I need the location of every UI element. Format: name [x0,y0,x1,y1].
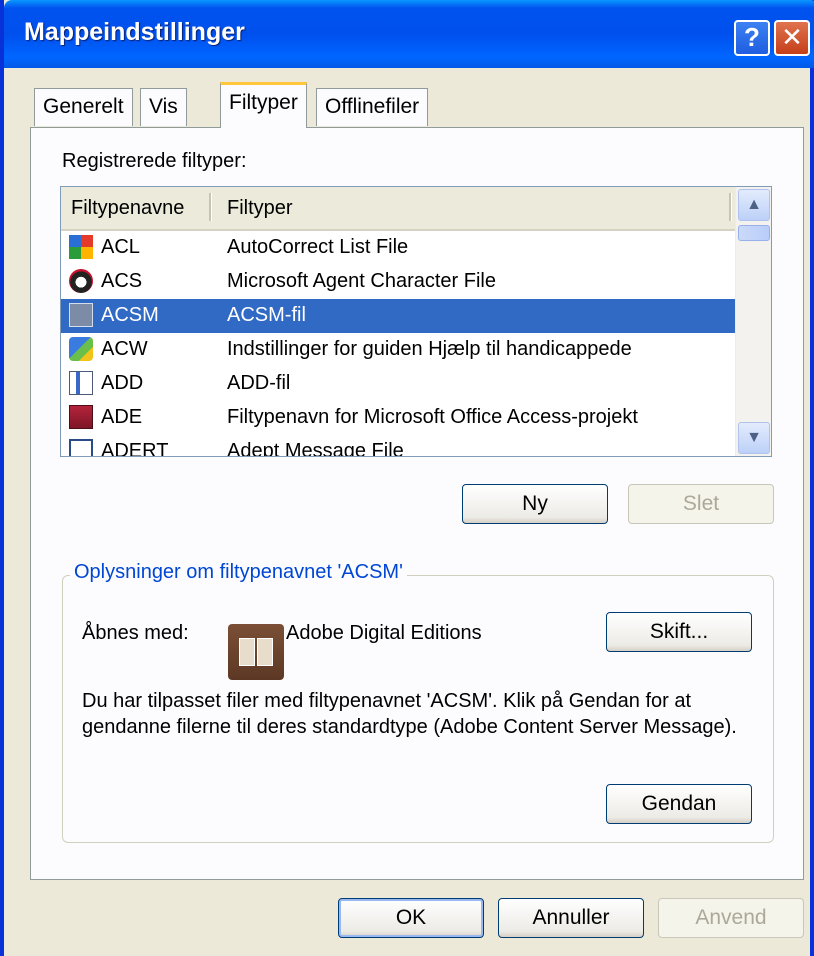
list-item[interactable]: ACW Indstillinger for guiden Hjælp til h… [61,333,735,367]
list-item[interactable]: ACS Microsoft Agent Character File [61,265,735,299]
list-item-type: AutoCorrect List File [227,236,409,258]
delete-button[interactable]: Slet [628,484,774,524]
adobe-digital-editions-icon [69,303,93,327]
apply-button[interactable]: Anvend [658,898,804,938]
tab-filtyper[interactable]: Filtyper [220,82,307,128]
agent-character-icon [69,269,93,293]
list-item-type: Indstillinger for guiden Hjælp til handi… [227,338,632,360]
list-item-extension: ADERT [101,440,169,456]
scroll-up-button[interactable]: ▲ [738,189,770,221]
scroll-thumb[interactable] [738,225,770,241]
details-group-title: Oplysninger om filtypenavnet 'ACSM' [70,561,407,584]
tab-label: Generelt [43,95,124,118]
close-button[interactable]: ✕ [774,20,810,56]
list-item-type: ADD-fil [227,372,291,394]
column-header-extensions[interactable]: Filtypenavne [71,197,184,220]
column-separator[interactable] [729,193,732,221]
ok-button[interactable]: OK [338,898,484,938]
list-item-type: ACSM-fil [227,304,306,326]
list-item-extension: ADD [101,372,144,394]
autocorrect-icon [69,235,93,259]
list-item-type: Filtypenavn for Microsoft Office Access-… [227,406,638,428]
list-item-type: Microsoft Agent Character File [227,270,496,292]
tab-generelt[interactable]: Generelt [34,88,133,126]
column-separator[interactable] [209,193,212,221]
file-types-list[interactable]: Filtypenavne Filtyper ACL AutoCorrect Li… [60,186,772,457]
list-item-extension: ACS [101,270,143,292]
tab-vis[interactable]: Vis [140,88,187,126]
details-description: Du har tilpasset filer med filtypenavnet… [82,690,737,738]
registered-types-label: Registrerede filtyper: [62,150,247,172]
cancel-button[interactable]: Annuller [498,898,644,938]
accessibility-wizard-icon [69,337,93,361]
tab-label: Offlinefiler [325,95,420,118]
list-item-extension: ADE [101,406,143,428]
list-item-extension: ACW [101,338,148,360]
restore-button[interactable]: Gendan [606,784,752,824]
tab-offlinefiler[interactable]: Offlinefiler [316,88,429,126]
folder-options-dialog: Mappeindstillinger ? ✕ Generelt Vis Filt… [0,0,814,956]
vertical-scrollbar[interactable]: ▲ ▼ [735,187,771,456]
help-button[interactable]: ? [734,20,770,56]
list-item-extension: ACL [101,236,140,258]
list-item[interactable]: ACL AutoCorrect List File [61,231,735,265]
change-button[interactable]: Skift... [606,612,752,652]
message-file-icon [69,439,93,456]
opens-with-app-name: Adobe Digital Editions [286,622,482,644]
adobe-digital-editions-app-icon [228,624,284,680]
list-item-type: Adept Message File [227,440,404,456]
opens-with-label: Åbnes med: [82,622,189,644]
list-header: Filtypenavne Filtyper [61,187,735,231]
title-bar[interactable]: Mappeindstillinger ? ✕ [4,0,814,68]
access-project-icon [69,405,93,429]
window-title: Mappeindstillinger [24,18,245,46]
column-header-types[interactable]: Filtyper [227,197,293,220]
list-body: ACL AutoCorrect List File ACS Microsoft … [61,231,735,456]
list-item[interactable]: ADERT Adept Message File [61,435,735,456]
tab-label: Vis [149,95,178,118]
list-item[interactable]: ADD ADD-fil [61,367,735,401]
list-item[interactable]: ADE Filtypenavn for Microsoft Office Acc… [61,401,735,435]
list-item-extension: ACSM [101,304,159,326]
scroll-down-button[interactable]: ▼ [738,422,770,454]
tab-label: Filtyper [229,91,298,114]
new-button[interactable]: Ny [462,484,608,524]
generic-file-icon [69,371,93,395]
list-item-selected[interactable]: ACSM ACSM-fil [61,299,735,333]
